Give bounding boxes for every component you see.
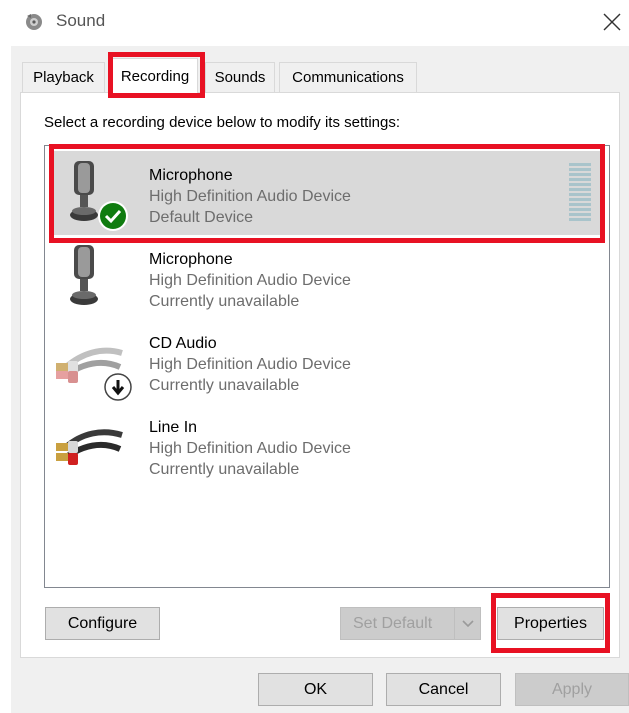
device-description: High Definition Audio Device [149, 272, 351, 289]
properties-button[interactable]: Properties [497, 607, 604, 640]
device-name: CD Audio [149, 335, 217, 352]
device-status: Currently unavailable [149, 293, 300, 310]
close-icon[interactable] [598, 8, 626, 36]
device-name: Microphone [149, 167, 233, 184]
device-status: Currently unavailable [149, 461, 300, 478]
tab-recording[interactable]: Recording [112, 58, 198, 94]
set-default-button[interactable]: Set Default [340, 607, 481, 640]
instruction-text: Select a recording device below to modif… [44, 114, 401, 131]
tab-sounds[interactable]: Sounds [205, 62, 275, 92]
device-name: Microphone [149, 251, 233, 268]
tab-communications[interactable]: Communications [279, 62, 417, 92]
tab-playback[interactable]: Playback [22, 62, 105, 92]
device-description: High Definition Audio Device [149, 356, 351, 373]
chevron-down-icon[interactable] [454, 608, 480, 639]
set-default-label: Set Default [353, 614, 433, 632]
audio-cable-icon [56, 429, 123, 465]
title-bar: Sound [0, 0, 629, 44]
device-item-microphone[interactable]: Microphone High Definition Audio Device … [52, 235, 600, 319]
device-status: Currently unavailable [149, 377, 300, 394]
cancel-button[interactable]: Cancel [386, 673, 501, 706]
device-description: High Definition Audio Device [149, 188, 351, 205]
down-arrow-badge-icon [104, 373, 132, 401]
device-item-cd-audio[interactable]: CD Audio High Definition Audio Device Cu… [52, 319, 600, 403]
device-description: High Definition Audio Device [149, 440, 351, 457]
device-item-microphone-default[interactable]: Microphone High Definition Audio Device … [52, 151, 600, 235]
device-name: Line In [149, 419, 198, 436]
level-meter [569, 163, 591, 221]
check-badge-icon [98, 201, 128, 231]
apply-button[interactable]: Apply [515, 673, 629, 706]
microphone-icon [70, 245, 98, 305]
ok-button[interactable]: OK [258, 673, 373, 706]
window-title: Sound [56, 11, 106, 30]
device-status: Default Device [149, 209, 254, 226]
speaker-icon [26, 14, 42, 30]
configure-button[interactable]: Configure [45, 607, 160, 640]
device-item-line-in[interactable]: Line In High Definition Audio Device Cur… [52, 403, 600, 487]
